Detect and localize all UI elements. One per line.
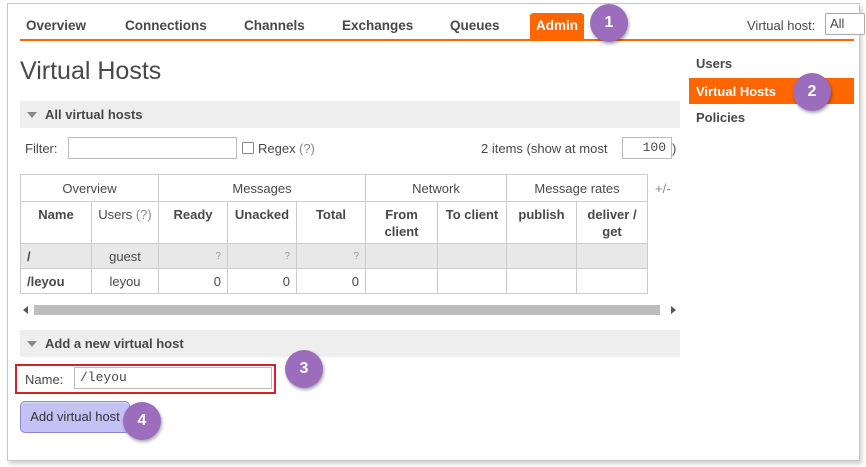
column-header-deliver-get[interactable]: deliver / get [576, 201, 648, 244]
step-badge-4: 4 [123, 402, 161, 440]
unacked-cell: 0 [227, 268, 297, 294]
tab-channels[interactable]: Channels [244, 18, 305, 33]
deliver-get-cell [576, 243, 648, 269]
vhost-users-cell: leyou [91, 268, 159, 294]
name-label: Name: [25, 372, 64, 387]
column-header-name[interactable]: Name [20, 201, 92, 244]
regex-checkbox[interactable] [242, 142, 254, 154]
ready-cell: 0 [158, 268, 228, 294]
items-count-text: 2 items (show at most [481, 141, 608, 156]
top-nav: Overview Connections Channels Exchanges … [8, 4, 865, 41]
from-client-cell [365, 268, 438, 294]
group-header-messages: Messages [158, 174, 366, 202]
virtual-host-select[interactable]: All [825, 13, 865, 35]
horizontal-scrollbar[interactable] [20, 303, 680, 317]
step-badge-2: 2 [793, 73, 831, 111]
scroll-left-icon[interactable] [23, 306, 28, 314]
column-header-ready[interactable]: Ready [158, 201, 228, 244]
publish-cell [506, 268, 577, 294]
regex-label: Regex [258, 141, 296, 156]
collapse-triangle-icon [27, 341, 37, 347]
column-header-users[interactable]: Users (?) [91, 201, 159, 244]
vhost-name-link[interactable]: /leyou [20, 268, 92, 294]
filter-input[interactable] [68, 137, 237, 159]
all-vhosts-section-header[interactable]: All virtual hosts [20, 101, 680, 128]
column-header-total[interactable]: Total [296, 201, 366, 244]
publish-cell [506, 243, 577, 269]
max-items-input[interactable]: 100 [622, 137, 672, 159]
to-client-cell [437, 268, 507, 294]
sidebar-item-policies[interactable]: Policies [696, 110, 745, 125]
column-header-unacked[interactable]: Unacked [227, 201, 297, 244]
unacked-cell: ? [227, 243, 297, 269]
tab-queues[interactable]: Queues [450, 18, 500, 33]
column-header-publish[interactable]: publish [506, 201, 577, 244]
step-badge-1: 1 [590, 4, 628, 42]
total-cell: 0 [296, 268, 366, 294]
app-window: Overview Connections Channels Exchanges … [7, 3, 865, 461]
vhosts-table: Overview Messages Network Message rates … [20, 174, 648, 294]
virtual-host-label: Virtual host: [747, 18, 816, 33]
column-header-from-client[interactable]: From client [365, 201, 438, 244]
close-paren: ) [672, 141, 677, 156]
regex-help-link[interactable]: (?) [299, 141, 315, 156]
step-badge-3: 3 [285, 350, 323, 388]
page-title: Virtual Hosts [20, 57, 162, 85]
table-row[interactable]: /leyou leyou 0 0 0 [20, 268, 648, 294]
nav-underline [20, 39, 854, 41]
ready-cell: ? [158, 243, 228, 269]
vhost-users-cell: guest [91, 243, 159, 269]
scrollbar-thumb[interactable] [34, 305, 660, 315]
add-vhost-section-header[interactable]: Add a new virtual host [20, 330, 680, 357]
collapse-triangle-icon [27, 112, 37, 118]
vhost-name-link[interactable]: / [20, 243, 92, 269]
from-client-cell [365, 243, 438, 269]
column-header-to-client[interactable]: To client [437, 201, 507, 244]
add-virtual-host-button[interactable]: Add virtual host [20, 401, 130, 433]
tab-overview[interactable]: Overview [26, 18, 86, 33]
tab-exchanges[interactable]: Exchanges [342, 18, 413, 33]
section-title: Add a new virtual host [45, 336, 184, 351]
filter-label: Filter: [25, 141, 58, 156]
vhost-name-input[interactable]: /leyou [74, 367, 272, 389]
scroll-right-icon[interactable] [671, 306, 676, 314]
group-header-network: Network [365, 174, 507, 202]
sidebar-item-users[interactable]: Users [696, 56, 732, 71]
column-toggle-link[interactable]: +/- [655, 181, 671, 196]
total-cell: ? [296, 243, 366, 269]
to-client-cell [437, 243, 507, 269]
group-header-overview: Overview [20, 174, 159, 202]
section-title: All virtual hosts [45, 107, 143, 122]
tab-connections[interactable]: Connections [125, 18, 207, 33]
table-row[interactable]: / guest ? ? ? [20, 243, 648, 269]
users-help-link[interactable]: (?) [136, 207, 152, 222]
deliver-get-cell [576, 268, 648, 294]
group-header-message-rates: Message rates [506, 174, 648, 202]
tab-admin[interactable]: Admin [530, 13, 584, 40]
